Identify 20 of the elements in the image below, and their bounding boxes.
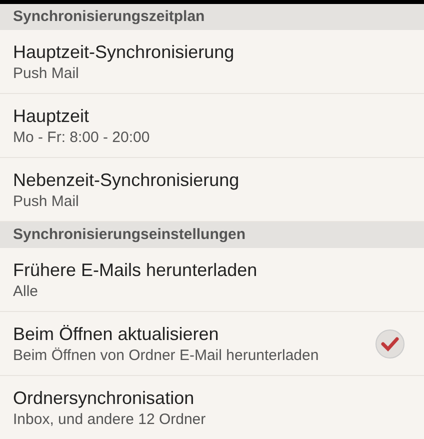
settings-item[interactable]: Hauptzeit-Synchronisierung Push Mail <box>0 30 424 94</box>
item-summary: Push Mail <box>13 64 80 84</box>
settings-item[interactable]: Hauptzeit Mo - Fr: 8:00 - 20:00 <box>0 94 424 158</box>
item-title: Beim Öffnen aktualisieren <box>13 322 220 346</box>
item-summary: Beim Öffnen von Ordner E-Mail herunterladen <box>13 346 320 366</box>
item-summary: Inbox, und andere 12 Ordner <box>13 410 207 430</box>
item-title: Hauptzeit <box>13 104 90 128</box>
item-summary: Alle <box>13 282 40 302</box>
item-summary: Mo - Fr: 8:00 - 20:00 <box>13 128 151 148</box>
section-header: Synchronisierungseinstellungen <box>0 222 424 248</box>
item-title: Hauptzeit-Synchronisierung <box>13 40 236 64</box>
checkbox[interactable] <box>375 328 405 358</box>
item-title: Ordnersynchronisation <box>13 386 196 410</box>
settings-item[interactable]: Ordnersynchronisation Inbox, und andere 12 Ordner <box>0 376 424 439</box>
section-header: Synchronisierungszeitplan <box>0 4 424 30</box>
item-summary: Push Mail <box>13 192 80 212</box>
settings-item[interactable]: Beim Öffnen aktualisieren Beim Öffnen von Ordner E-Mail herunterladen <box>0 312 424 376</box>
item-title: Frühere E-Mails herunterladen <box>13 258 258 282</box>
item-title: Nebenzeit-Synchronisierung <box>13 168 240 192</box>
settings-item[interactable]: Frühere E-Mails herunterladen Alle <box>0 248 424 312</box>
